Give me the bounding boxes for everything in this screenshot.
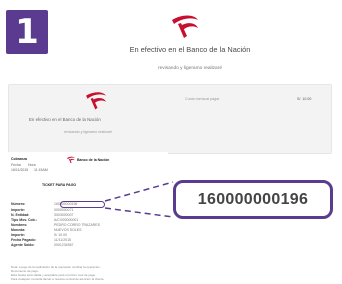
callout-connector bbox=[104, 181, 174, 218]
payment-code-callout: 160000000196 bbox=[173, 180, 333, 219]
payment-code-value: 160000000196 bbox=[197, 190, 309, 208]
